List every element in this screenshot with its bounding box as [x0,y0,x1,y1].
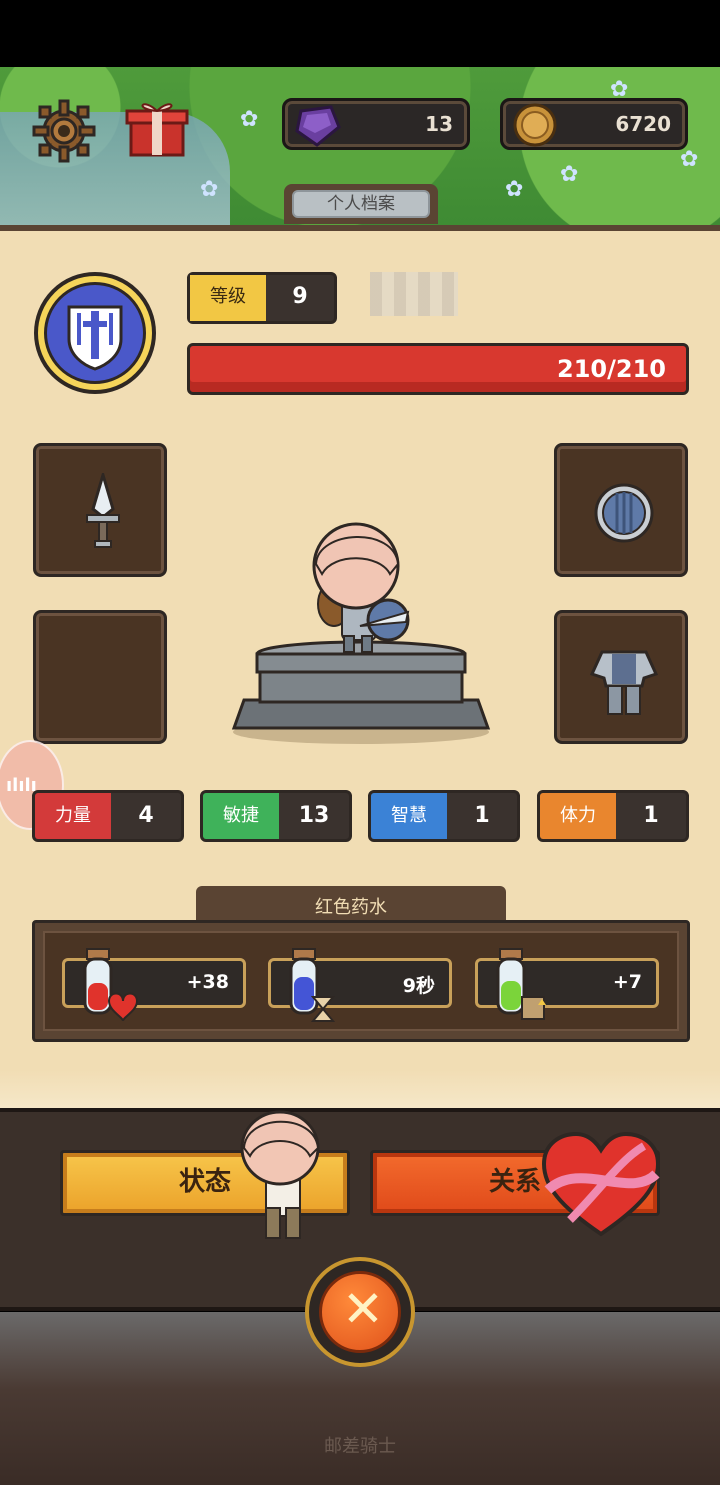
stat-label: 力量 [35,793,111,839]
stat-agility: 敏捷 13 [200,790,352,842]
potion-value: 9秒 [402,975,435,997]
health-potion-item[interactable]: +38 [62,948,246,1022]
class-emblem [34,272,156,394]
time-potion-item[interactable]: 9秒 [268,948,452,1022]
coin-counter[interactable]: 6720 [500,98,688,150]
player-name-blurred [370,272,458,316]
stat-label: 体力 [540,793,616,839]
stat-strength: 力量 4 [32,790,184,842]
level-label: 等级 [190,275,266,321]
flower-decoration: ✿ [200,177,219,202]
close-button[interactable]: ✕ [305,1257,415,1367]
stat-value: 13 [298,803,330,828]
flower-decoration: ✿ [680,147,699,172]
hp-bar: 210/210 [187,343,689,395]
level-display: 等级 9 [187,272,337,324]
footer-title: 邮差骑士 [324,1436,396,1457]
dagger-icon [86,473,120,548]
purple-gem-icon [295,105,341,147]
flower-decoration: ✿ [560,162,579,187]
hero-pedestal [230,500,492,750]
stat-intelligence: 智慧 1 [368,790,520,842]
profile-tab-title: 个人档案 [292,190,430,218]
flower-decoration: ✿ [505,177,524,202]
gem-counter[interactable]: 13 [282,98,470,150]
stat-value: 1 [643,803,659,828]
settings-gear-icon[interactable] [32,99,96,163]
profile-tab: 个人档案 [284,184,438,224]
knight-shield-icon [67,305,123,371]
stat-label: 敏捷 [203,793,279,839]
defense-potion-icon [496,948,546,1020]
defense-potion-item[interactable]: +7 [475,948,659,1020]
level-value: 9 [292,284,308,309]
potion-value: +38 [186,971,229,993]
gem-count: 13 [425,112,453,136]
shield-slot[interactable] [554,443,688,577]
round-shield-icon [594,483,654,543]
potion-value: +7 [612,971,642,993]
armor-slot[interactable] [554,610,688,744]
stat-value: 1 [474,803,490,828]
health-potion-icon [83,948,139,1022]
stat-vitality: 体力 1 [537,790,689,842]
stat-value: 4 [138,803,154,828]
gift-box-icon[interactable] [125,97,189,161]
status-bar [0,0,720,67]
time-potion-icon [289,948,336,1022]
chibi-character [238,1108,328,1248]
close-icon: ✕ [342,1280,384,1338]
plate-armor-icon [589,650,659,715]
flower-decoration: ✿ [240,107,259,132]
heart-ribbon-icon [540,1130,662,1240]
empty-equipment-slot[interactable] [33,610,167,744]
gold-coin-icon [513,103,557,147]
hp-text: 210/210 [557,355,666,383]
stat-label: 智慧 [371,793,447,839]
weapon-slot[interactable] [33,443,167,577]
coin-count: 6720 [615,112,671,136]
